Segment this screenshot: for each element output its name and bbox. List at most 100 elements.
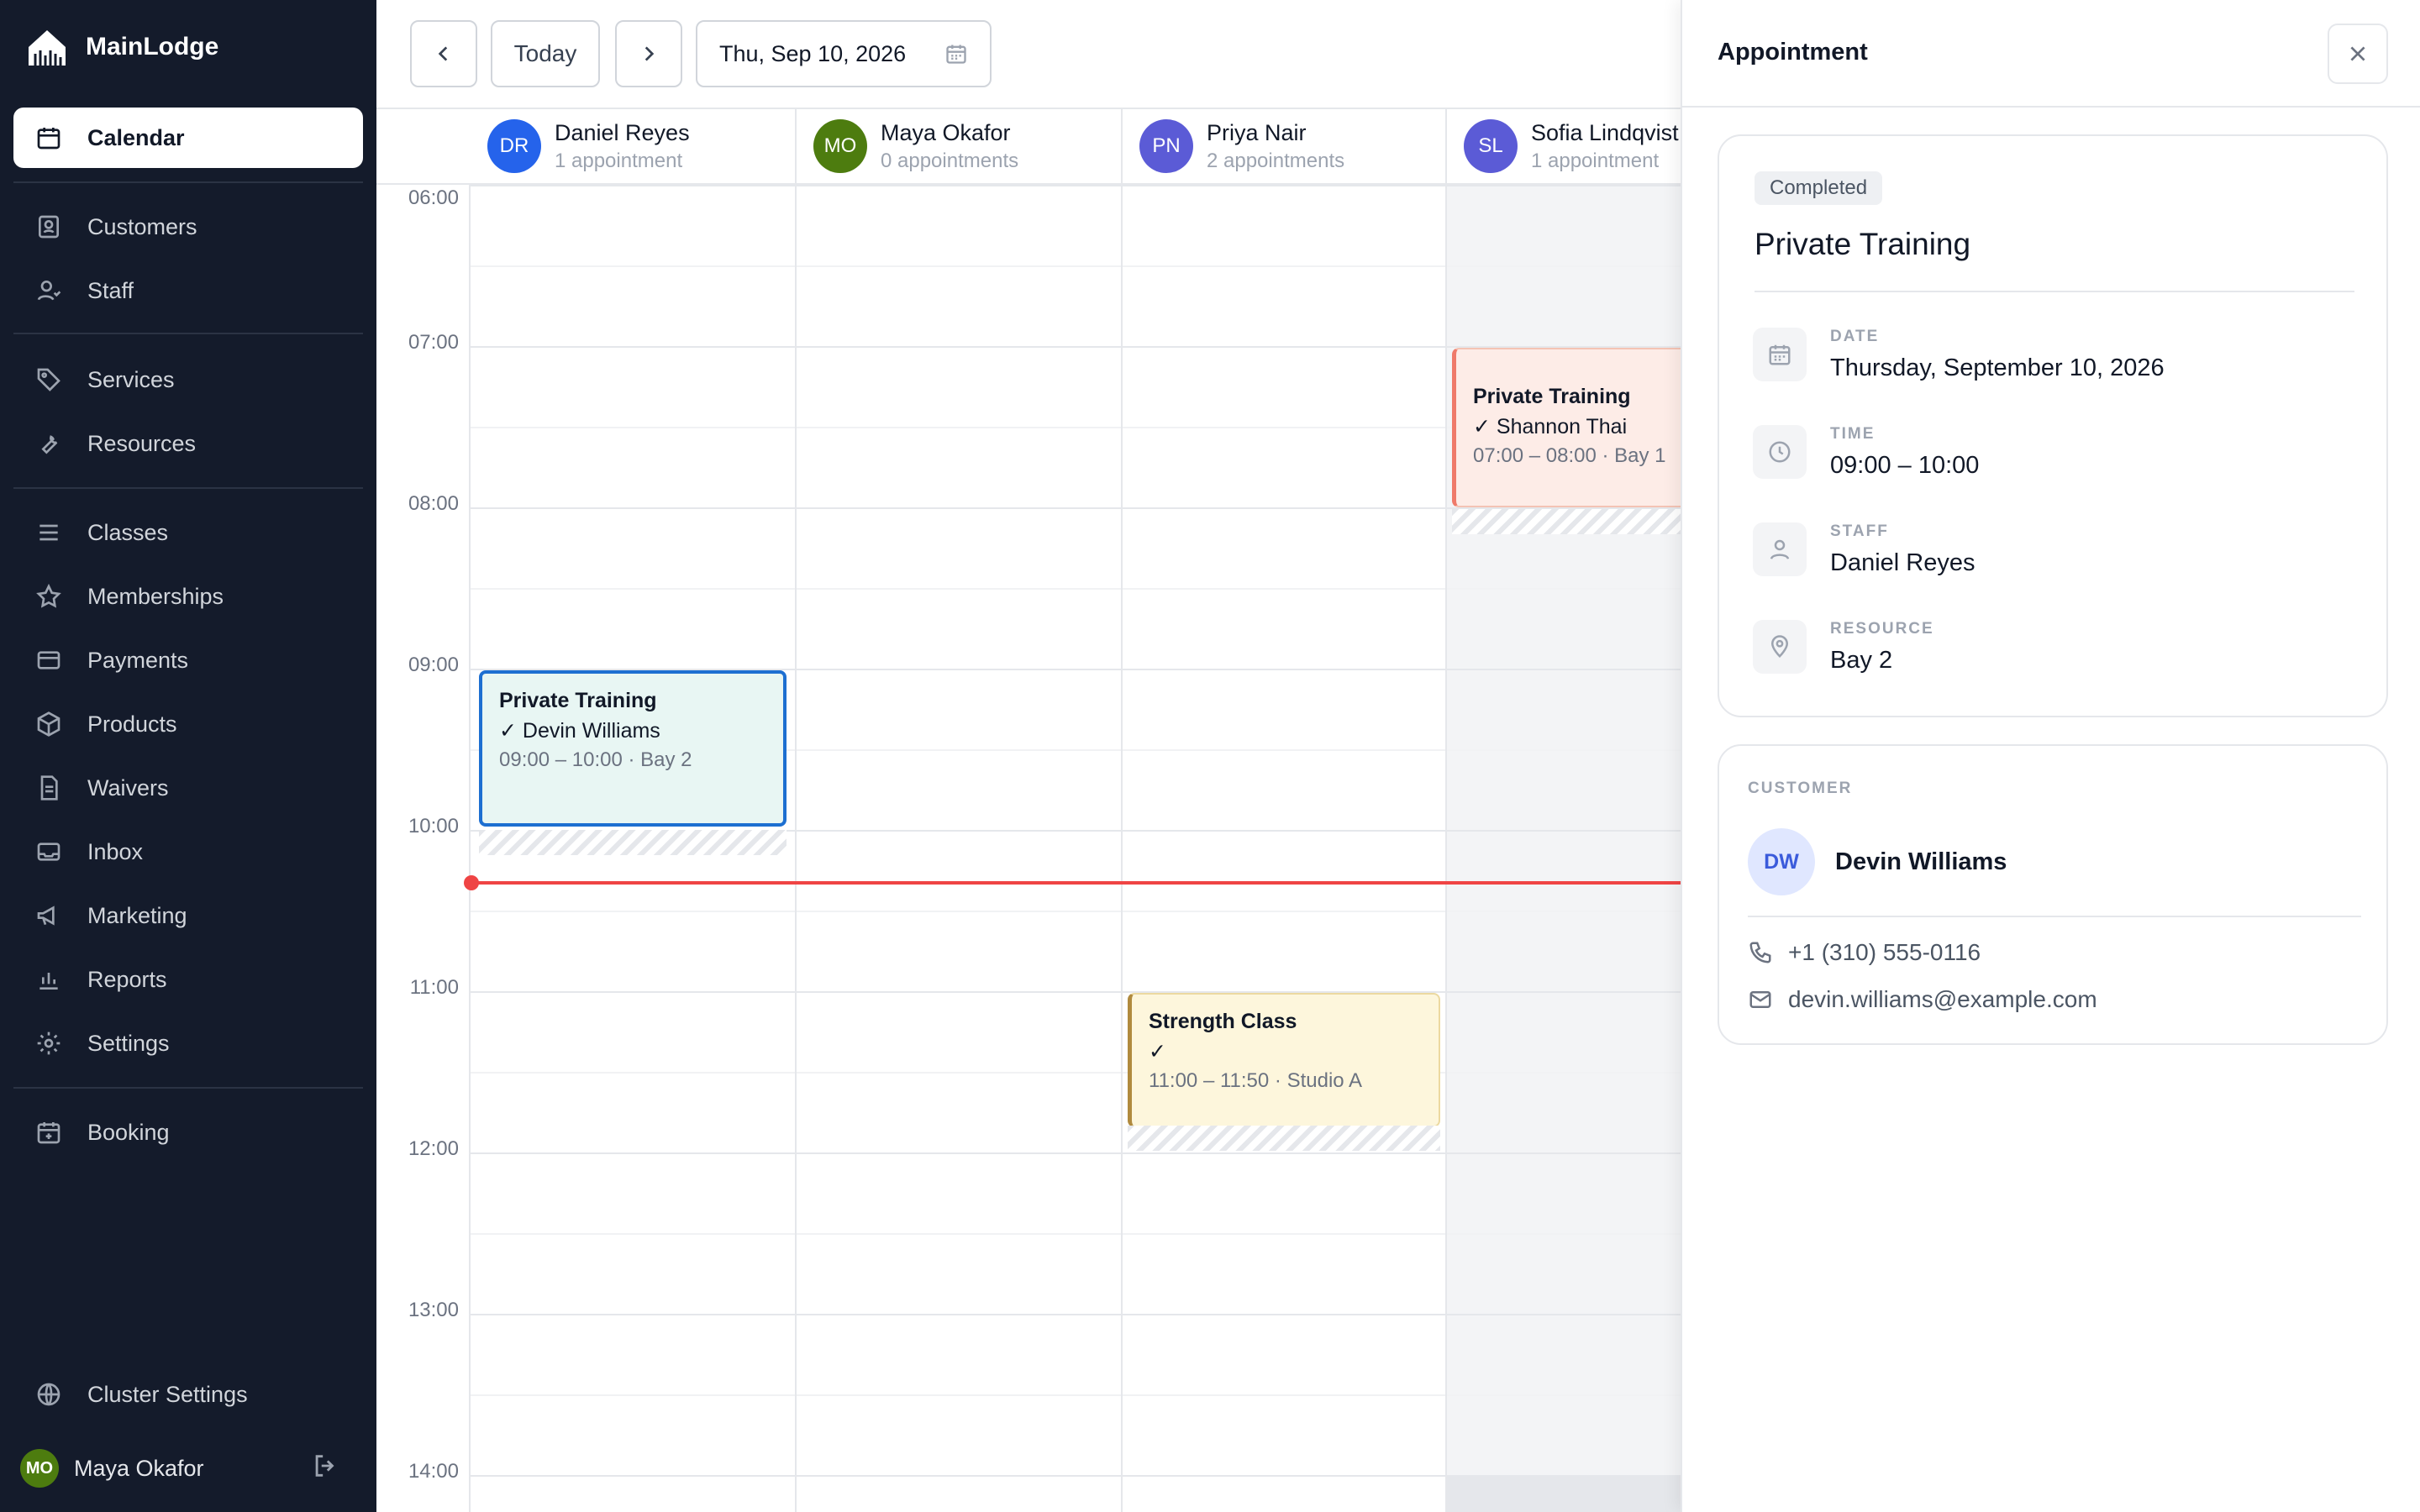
staff-header-maya-okafor[interactable]: MO Maya Okafor 0 appointments: [797, 109, 1121, 185]
calendar-icon: [37, 128, 60, 150]
wrench-icon: [41, 435, 58, 454]
service-title: Private Training: [1754, 227, 1971, 261]
avatar: PN: [1139, 119, 1193, 173]
logout-icon[interactable]: [311, 1452, 339, 1480]
customer-name[interactable]: Devin Williams: [1835, 848, 2007, 876]
sidebar-item-resources[interactable]: Resources: [13, 413, 363, 474]
sidebar-item-label: Cluster Settings: [87, 1381, 248, 1407]
staff-header-sofia-lindqvist[interactable]: SL Sofia Lindqvist 1 appointment: [1447, 109, 1681, 185]
divider: [1754, 291, 2354, 292]
calendar-icon: [946, 45, 966, 64]
hour-line: [471, 991, 1681, 993]
sidebar-item-label: Reports: [87, 966, 167, 992]
staff-header-priya-nair[interactable]: PN Priya Nair 2 appointments: [1123, 109, 1445, 185]
sidebar-item-label: Booking: [87, 1119, 170, 1145]
appointment-card-strength-class[interactable]: Strength Class ✓ 11:00 – 11:50 · Studio …: [1128, 993, 1440, 1127]
appointment-card-private-training-shannon[interactable]: Private Training ✓ Shannon Thai 07:00 – …: [1452, 348, 1681, 507]
detail-resource: RESOURCE Bay 2: [1830, 620, 1934, 675]
customers-icon: [39, 215, 59, 239]
sidebar-item-staff[interactable]: Staff: [13, 260, 363, 321]
sidebar-item-inbox[interactable]: Inbox: [13, 822, 363, 882]
sidebar-item-customers[interactable]: Customers: [13, 197, 363, 257]
appointment-count: 0 appointments: [881, 149, 1019, 172]
next-day-button[interactable]: [615, 20, 682, 87]
sidebar-item-services[interactable]: Services: [13, 349, 363, 410]
sidebar-item-cluster-settings[interactable]: Cluster Settings: [13, 1364, 363, 1425]
gear-icon: [37, 1032, 60, 1055]
mail-icon: [1749, 991, 1771, 1008]
detail-label: TIME: [1830, 425, 1876, 443]
date-picker[interactable]: Thu, Sep 10, 2026: [696, 20, 992, 87]
appointment-title: Strength Class: [1149, 1010, 1297, 1033]
sidebar-item-booking[interactable]: Booking: [13, 1102, 363, 1163]
column-divider: [469, 109, 471, 1512]
pin-icon: [1770, 635, 1789, 659]
close-button[interactable]: [2328, 24, 2388, 84]
sidebar-item-label: Settings: [87, 1030, 170, 1056]
hour-label: 13:00: [408, 1299, 459, 1321]
date-icon-box: [1753, 328, 1807, 381]
resource-icon-box: [1753, 620, 1807, 674]
divider: [13, 181, 363, 183]
sidebar-item-label: Memberships: [87, 583, 224, 609]
sidebar-item-reports[interactable]: Reports: [13, 949, 363, 1010]
column-divider: [1445, 109, 1447, 1512]
sidebar-item-products[interactable]: Products: [13, 694, 363, 754]
sidebar-item-label: Waivers: [87, 774, 169, 801]
today-button[interactable]: Today: [491, 20, 600, 87]
prev-day-button[interactable]: [410, 20, 477, 87]
half-hour-line: [471, 265, 1681, 267]
box-icon: [37, 711, 60, 737]
staff-icon: [37, 281, 61, 301]
detail-value: Daniel Reyes: [1830, 549, 1975, 576]
hour-label: 07:00: [408, 331, 459, 354]
appointment-meta: 11:00 – 11:50 · Studio A: [1149, 1069, 1362, 1092]
unavailable-block: [1445, 1477, 1681, 1512]
brand[interactable]: MainLodge: [25, 24, 218, 71]
appointment-customer: ✓ Shannon Thai: [1473, 415, 1628, 438]
staff-header-daniel-reyes[interactable]: DR Daniel Reyes 1 appointment: [471, 109, 795, 185]
sidebar-item-label: Services: [87, 366, 175, 392]
sidebar-item-label: Resources: [87, 430, 197, 456]
divider: [13, 333, 363, 334]
appointment-card-private-training-devin[interactable]: Private Training ✓ Devin Williams 09:00 …: [479, 670, 786, 827]
appointment-customer: ✓ Devin Williams: [499, 719, 660, 743]
sidebar-item-waivers[interactable]: Waivers: [13, 758, 363, 818]
phone-number: +1 (310) 555-0116: [1788, 939, 1981, 965]
sidebar-item-calendar[interactable]: Calendar: [13, 108, 363, 168]
sidebar-item-label: Customers: [87, 213, 197, 239]
avatar: SL: [1464, 119, 1518, 173]
sidebar-item-classes[interactable]: Classes: [13, 502, 363, 563]
customer-email[interactable]: devin.williams@example.com: [1748, 986, 2097, 1013]
inbox-icon: [37, 843, 60, 861]
clock-icon: [1769, 441, 1791, 463]
customer-phone[interactable]: +1 (310) 555-0116: [1748, 939, 1981, 966]
avatar: MO: [20, 1449, 59, 1488]
card-icon: [37, 651, 60, 669]
customer-card: CUSTOMER DW Devin Williams +1 (310) 555-…: [1718, 744, 2388, 1045]
hour-line: [471, 1314, 1681, 1315]
appointment-title: Private Training: [1473, 385, 1631, 408]
half-hour-line: [471, 911, 1681, 912]
detail-label: DATE: [1830, 328, 1880, 345]
appointment-title: Private Training: [499, 689, 657, 712]
appointment-meta: 07:00 – 08:00 · Bay 1: [1473, 444, 1666, 467]
email-address: devin.williams@example.com: [1788, 986, 2097, 1012]
appointment-details-card: Completed Private Training DATE Thursday…: [1718, 134, 2388, 717]
divider: [1748, 916, 2361, 917]
sidebar: MainLodge Calendar Customers Staff Servi…: [0, 0, 376, 1512]
current-user[interactable]: MO Maya Okafor: [20, 1443, 356, 1494]
list-icon: [39, 524, 58, 541]
calendar-toolbar: Today Thu, Sep 10, 2026: [376, 0, 1681, 108]
sidebar-item-settings[interactable]: Settings: [13, 1013, 363, 1074]
hour-label: 12:00: [408, 1137, 459, 1160]
document-icon: [40, 775, 58, 801]
divider: [13, 487, 363, 489]
star-icon: [36, 583, 61, 608]
sidebar-item-payments[interactable]: Payments: [13, 630, 363, 690]
megaphone-icon: [37, 906, 55, 926]
sidebar-item-memberships[interactable]: Memberships: [13, 566, 363, 627]
calendar-icon: [1769, 344, 1791, 365]
appointment-count: 1 appointment: [555, 149, 683, 172]
sidebar-item-marketing[interactable]: Marketing: [13, 885, 363, 946]
